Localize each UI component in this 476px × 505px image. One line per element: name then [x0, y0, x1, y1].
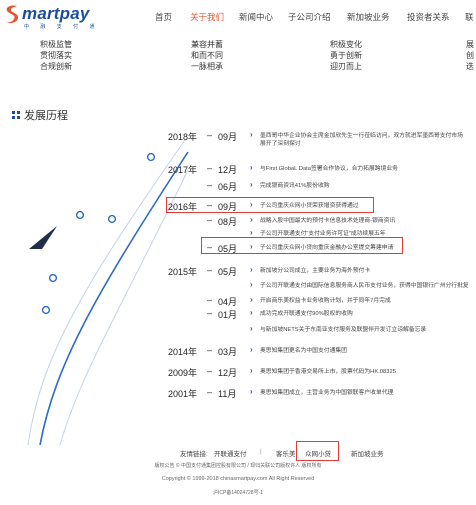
timeline-event-text: 奥思知集团成立，主营业务为中国银联客户收单代理	[260, 390, 394, 396]
paper-plane-icon	[29, 226, 57, 249]
slogan-line: 迭	[466, 62, 474, 71]
highlight-box-2016-05	[201, 237, 403, 254]
timeline-year: 2009年	[168, 368, 198, 378]
timeline-dash: –	[207, 163, 213, 173]
footer-link-kelemei[interactable]: 客乐美	[276, 448, 296, 458]
slogan-line: 贯彻落实	[40, 51, 72, 60]
timeline-curve-decoration	[27, 139, 189, 445]
chevron-right-icon: ›	[250, 215, 253, 224]
slogan-block-3: 积极变化 勇于创新 迎刃而上	[330, 39, 362, 72]
nav-contact[interactable]: 联	[465, 11, 474, 23]
timeline-month: 08月	[218, 217, 238, 227]
timeline-year: 2018年	[168, 132, 198, 142]
nav-about[interactable]: 关于我们	[190, 11, 224, 23]
footer-link-singapore[interactable]: 新加坡业务	[351, 448, 384, 458]
chevron-right-icon: ›	[250, 228, 253, 237]
slogan-line: 积极变化	[330, 40, 362, 49]
timeline-dash: –	[207, 366, 213, 376]
timeline-event-text: 子公司开联通支付由国际信息服务商人民币支付业务，获得中国银行广州分行批复	[260, 283, 469, 289]
timeline-dash: –	[207, 215, 213, 225]
slogan-line: 兼容并蓄	[191, 40, 223, 49]
slogan-line: 创	[466, 51, 474, 60]
timeline-year: 2001年	[168, 389, 198, 399]
timeline-month: 09月	[218, 132, 238, 142]
grid-icon	[12, 111, 20, 119]
friend-links-label: 友情链接:	[180, 451, 208, 458]
chevron-right-icon: ›	[250, 265, 253, 274]
timeline-event-text: 与新加坡NETS关于东南亚支付服务及联盟伴开发订立谅解备忘录	[260, 327, 427, 333]
chevron-right-icon: ›	[250, 180, 253, 189]
timeline-event-text: 展开了深刻探讨	[260, 141, 301, 147]
logo-text: martpay	[22, 4, 90, 23]
slogan-line: 积极监管	[40, 40, 72, 49]
nav-subsidiaries[interactable]: 子公司介绍	[288, 11, 331, 23]
nav-singapore[interactable]: 新加坡业务	[347, 11, 390, 23]
logo-subtitle: 中 融 支 付 通	[24, 24, 100, 30]
slogan-block-4: 展 创 迭	[466, 39, 474, 72]
slogan-line: 勇于创新	[330, 51, 362, 60]
chevron-right-icon: ›	[250, 280, 253, 289]
chevron-right-icon: ›	[250, 345, 253, 354]
timeline-month: 01月	[218, 310, 238, 320]
timeline-month: 11月	[218, 389, 237, 399]
timeline-year: 2014年	[168, 347, 198, 357]
chevron-right-icon: ›	[250, 324, 253, 333]
slogan-line: 迎刃而上	[330, 62, 362, 71]
timeline-year: 2015年	[168, 267, 198, 277]
timeline-month: 05月	[218, 267, 238, 277]
timeline-month: 06月	[218, 182, 238, 192]
timeline-event-text: 新加坡分公司成立，主要业务为海外预付卡	[260, 268, 371, 274]
timeline-dash: –	[207, 180, 213, 190]
slogan-block-1: 积极监管 贯彻落实 合规创新	[40, 39, 72, 72]
logo-s-mark-icon	[4, 5, 19, 23]
timeline-dash: –	[207, 308, 213, 318]
copyright-line: Copyright © 1999-2018 chinasmartpay.com …	[161, 476, 315, 482]
timeline-dash: –	[207, 345, 213, 355]
timeline-month: 12月	[218, 368, 238, 378]
slogan-line: 合规创新	[40, 62, 72, 71]
timeline-event-text: 开启商乐美权益卡业务收购计划，并于同年7月完成	[260, 298, 391, 304]
copyright-notice: 版权公告 © 中国支付通集团控股有限公司 / 现归关联公司版权许人 版权所有	[154, 463, 322, 469]
nav-news[interactable]: 新闻中心	[239, 11, 273, 23]
timeline-event-text: 墨西哥中华企业协会主席金加欣先生一行莅临访问，双方就进军墨西哥支付市场	[260, 133, 463, 139]
timeline-event-text: 战略入股中国最大的预付卡信息技术处理商-银商资讯	[260, 218, 396, 224]
chevron-right-icon: ›	[250, 387, 253, 396]
timeline-event-text: 奥思知集团更名为中国支付通集团	[260, 348, 347, 354]
section-title: 发展历程	[24, 110, 68, 122]
timeline-dash: –	[207, 265, 213, 275]
nav-home[interactable]: 首页	[155, 11, 172, 23]
chevron-right-icon: ›	[250, 163, 253, 172]
smartpay-logo[interactable]: martpay 中 融 支 付 通	[2, 3, 122, 31]
top-header: martpay 中 融 支 付 通 首页 关于我们 新闻中心 子公司介绍 新加坡…	[0, 0, 476, 32]
slogan-line: 展	[466, 40, 474, 49]
friend-links: 友情链接: 开联通支付 | 客乐美 众网小贷 新加坡业务	[0, 448, 476, 460]
timeline-month: 12月	[218, 165, 238, 175]
timeline-year: 2017年	[168, 165, 198, 175]
highlight-box-2016	[166, 197, 374, 213]
icp-number: 沪ICP备14024728号-1	[212, 490, 264, 496]
footer-link-kailiantong[interactable]: 开联通支付	[214, 448, 247, 458]
timeline-month: 03月	[218, 347, 238, 357]
timeline-dash: –	[207, 295, 213, 305]
chevron-right-icon: ›	[250, 130, 253, 139]
timeline-month: 04月	[218, 297, 238, 307]
timeline-event-text: 完成银商资讯41%股份收购	[260, 183, 330, 189]
footer-link-separator: |	[260, 448, 262, 455]
slogan-line: 和而不同	[191, 51, 223, 60]
slogan-block-2: 兼容并蓄 和而不同 一脉相承	[191, 39, 223, 72]
timeline-event-text: 与First GlobaL Data签署合作协议，合力拓展跨境业务	[260, 166, 398, 172]
timeline-dash: –	[207, 387, 213, 397]
nav-investors[interactable]: 投资者关系	[407, 11, 450, 23]
chevron-right-icon: ›	[250, 366, 253, 375]
highlight-box-footer	[296, 441, 339, 461]
slogan-line: 一脉相承	[191, 62, 223, 71]
chevron-right-icon: ›	[250, 308, 253, 317]
chevron-right-icon: ›	[250, 295, 253, 304]
timeline-event-text: 成功完成开联通支付90%股权的收购	[260, 311, 353, 317]
timeline-event-text: 奥思知集团于香港交易所上市，股票代码为HK.08325	[260, 369, 396, 375]
timeline-dash: –	[207, 130, 213, 140]
